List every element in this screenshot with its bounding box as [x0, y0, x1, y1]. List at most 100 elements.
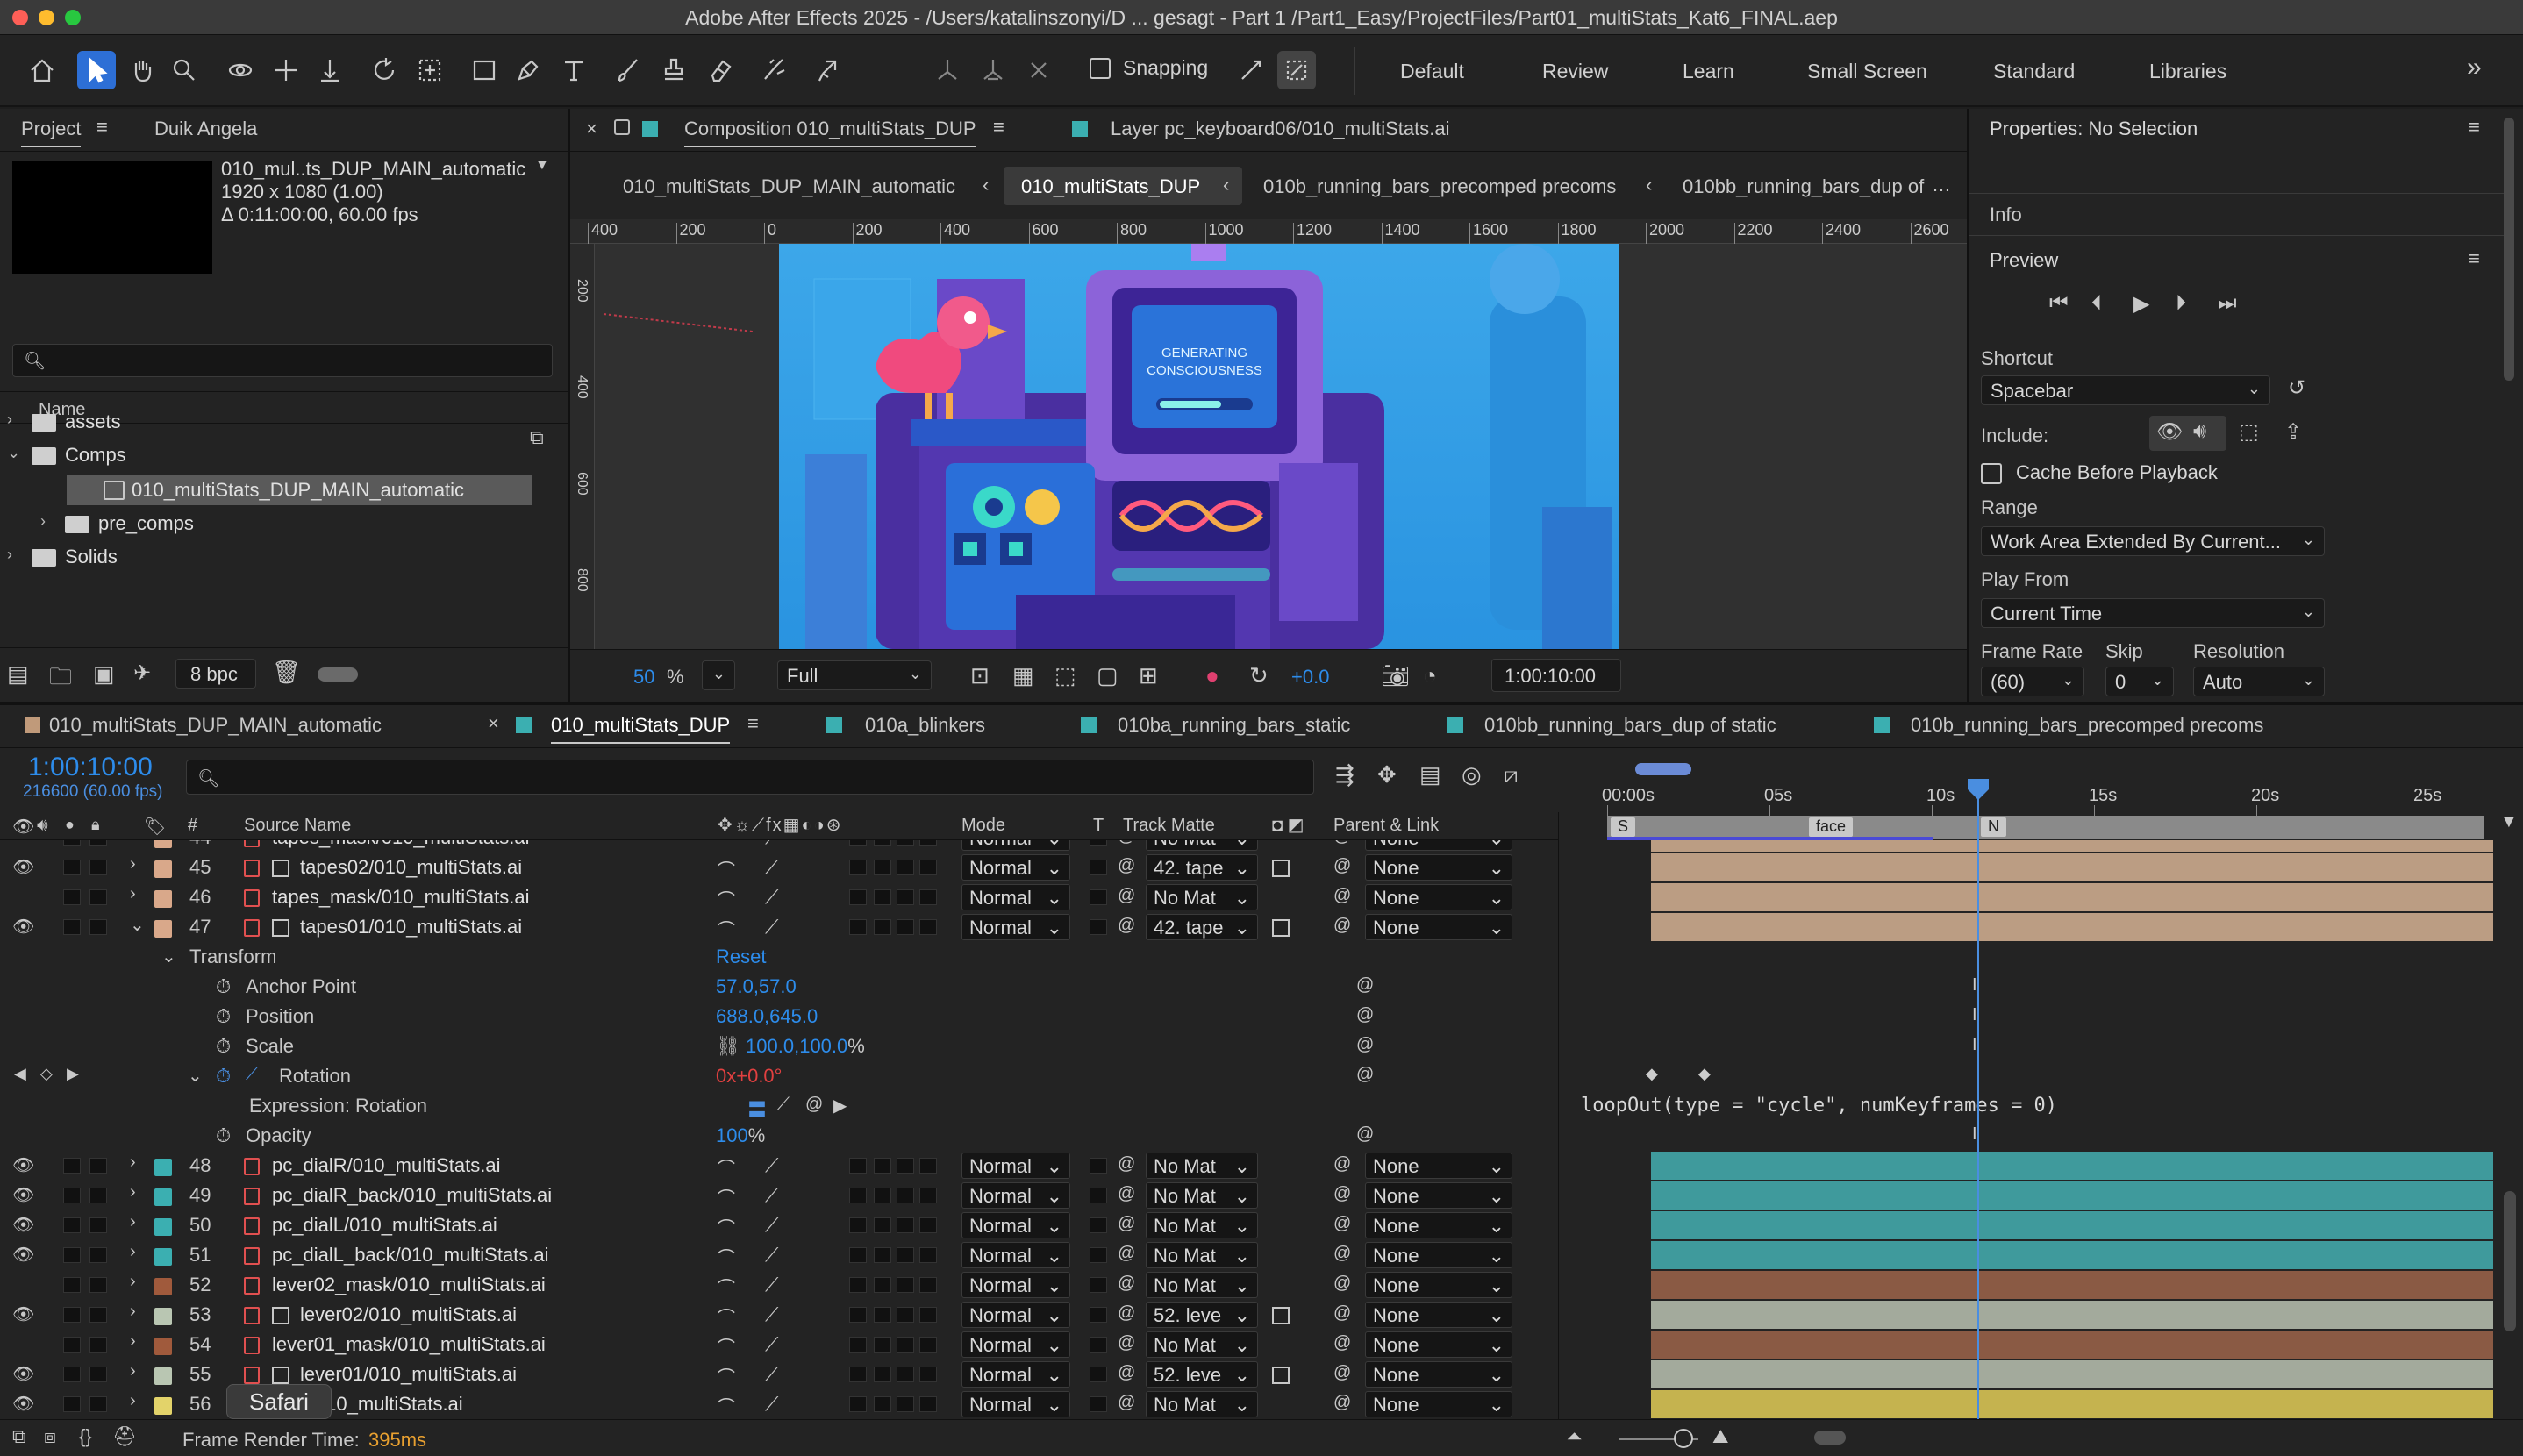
timeline-tab[interactable]: 010ba_running_bars_static: [1118, 714, 1350, 742]
blend-mode-dropdown[interactable]: Normal⌄: [961, 1182, 1070, 1209]
stopwatch-icon[interactable]: ⏱: [216, 975, 231, 998]
expand-layer-icon[interactable]: ›: [130, 1331, 136, 1352]
expand-layer-icon[interactable]: ›: [130, 1272, 136, 1292]
expression-row[interactable]: Expression: Rotation 〓 ⟋ @ ▶: [0, 1091, 1558, 1121]
switch-box[interactable]: [874, 1158, 891, 1174]
property-pickwhip-icon[interactable]: @: [1356, 1005, 1374, 1025]
table-row[interactable]: › 52 lever02_mask/010_multiStats.ai ⌒ ⟋ Norma…: [0, 1270, 1558, 1300]
blend-mode-dropdown[interactable]: Normal⌄: [961, 1331, 1070, 1358]
layer-label-color[interactable]: [154, 1397, 172, 1415]
visibility-eye-icon[interactable]: 👁︎: [12, 856, 34, 878]
switch-box[interactable]: [919, 1367, 937, 1382]
switch-box[interactable]: [89, 1367, 107, 1382]
switch-box[interactable]: [897, 1337, 914, 1353]
exposure-value[interactable]: +0.0: [1291, 666, 1329, 689]
track-matte-dropdown[interactable]: No Mat⌄: [1146, 840, 1258, 851]
expand-layer-icon[interactable]: ⌄: [130, 914, 145, 936]
parent-dropdown[interactable]: None⌄: [1365, 884, 1512, 910]
quality-switch-icon[interactable]: ⟋: [765, 840, 778, 849]
quality-switch-icon[interactable]: ⟋: [765, 1303, 778, 1326]
play-from-dropdown[interactable]: Current Time ⌄: [1981, 598, 2325, 628]
switch-box[interactable]: [874, 889, 891, 905]
switch-box[interactable]: [919, 919, 937, 935]
switch-box[interactable]: [874, 1277, 891, 1293]
layer-name[interactable]: pc_dialL/010_multiStats.ai: [272, 1214, 497, 1237]
switch-box[interactable]: [874, 1307, 891, 1323]
parent-pickwhip-icon[interactable]: @: [1333, 1363, 1351, 1383]
shy-switch-icon[interactable]: ⌒: [718, 1274, 735, 1299]
table-row[interactable]: 👁︎ ⌄ 47 tapes01/010_multiStats.ai ⌒ ⟋ Normal ⌄ @…: [0, 912, 1558, 942]
switch-box[interactable]: [63, 1277, 81, 1293]
parent-link-column-header[interactable]: Parent & Link: [1333, 816, 1439, 836]
close-timeline-tab-icon[interactable]: ×: [488, 712, 499, 735]
matte-alpha-icon[interactable]: [1272, 860, 1290, 877]
shy-switch-icon[interactable]: ⌒: [718, 1393, 735, 1418]
matte-pickwhip-icon[interactable]: @: [1118, 1184, 1135, 1204]
shy-switch-icon[interactable]: ⌒: [718, 1244, 735, 1269]
expand-layer-icon[interactable]: ›: [130, 1212, 136, 1232]
reset-shortcut-icon[interactable]: ↺: [2288, 375, 2305, 401]
disclosure-triangle-icon[interactable]: ›: [7, 410, 12, 429]
track-matte-dropdown[interactable]: 42. tape ⌄: [1146, 914, 1258, 940]
expand-transform-icon[interactable]: ⌄: [161, 946, 176, 967]
switch-box[interactable]: [874, 919, 891, 935]
switch-box[interactable]: [63, 840, 81, 846]
keyframe-diamond[interactable]: ◆: [1698, 1065, 1711, 1083]
blend-mode-dropdown[interactable]: Normal⌄: [961, 884, 1070, 910]
preview-resolution-dropdown[interactable]: Auto ⌄: [2193, 667, 2325, 696]
eraser-tool-icon[interactable]: [700, 51, 739, 89]
switch-box[interactable]: [849, 860, 867, 875]
switch-box[interactable]: [89, 860, 107, 875]
blend-mode-dropdown[interactable]: Normal⌄: [961, 840, 1070, 851]
switch-box[interactable]: [919, 840, 937, 846]
disclosure-triangle-icon[interactable]: ›: [7, 546, 12, 564]
clone-stamp-tool-icon[interactable]: [654, 51, 693, 89]
region-of-interest-icon[interactable]: ▢: [1097, 662, 1119, 689]
switch-box[interactable]: [849, 1307, 867, 1323]
parent-pickwhip-icon[interactable]: @: [1333, 1244, 1351, 1264]
timeline-tab[interactable]: 010bb_running_bars_dup of static: [1484, 714, 1776, 742]
switch-box[interactable]: [919, 1247, 937, 1263]
matte-alpha-icon[interactable]: [1272, 1367, 1290, 1384]
av-column-eye-icon[interactable]: 👁︎: [12, 816, 34, 838]
workspace-libraries[interactable]: Libraries: [2149, 60, 2226, 83]
zoom-dropdown[interactable]: ⌄: [702, 660, 735, 690]
layer-name[interactable]: tapes01/010_multiStats.ai: [300, 916, 522, 939]
info-panel-title[interactable]: Info: [1990, 203, 2022, 226]
local-axis-icon[interactable]: [928, 51, 967, 89]
timeline-zoom-handle-icon[interactable]: ▼: [2500, 812, 2518, 835]
preserve-transparency-box[interactable]: [1090, 840, 1107, 846]
preserve-transparency-box[interactable]: [1090, 1277, 1107, 1293]
interpret-footage-icon[interactable]: ▤: [7, 660, 29, 688]
timeline-tab[interactable]: 010_multiStats_DUP_MAIN_automatic: [49, 714, 382, 742]
track-matte-dropdown[interactable]: No Mat⌄: [1146, 1153, 1258, 1179]
track-matte-dropdown[interactable]: 42. tape ⌄: [1146, 854, 1258, 881]
include-audio-icon[interactable]: 🔊︎: [2193, 419, 2206, 444]
expand-rotation-icon[interactable]: ⌄: [188, 1065, 203, 1087]
snap-feature-icon[interactable]: [1277, 51, 1316, 89]
project-item[interactable]: › Solids: [0, 540, 568, 574]
expression-code[interactable]: loopOut(type = "cycle", numKeyframes = 0…: [1581, 1095, 2057, 1117]
parent-pickwhip-icon[interactable]: @: [1333, 856, 1351, 876]
stopwatch-active-icon[interactable]: ⏱: [216, 1065, 231, 1088]
layer-name[interactable]: pc_dialL_back/010_multiStats.ai: [272, 1244, 549, 1267]
track-matte-dropdown[interactable]: No Mat⌄: [1146, 884, 1258, 910]
parent-pickwhip-icon[interactable]: @: [1333, 916, 1351, 936]
expand-layer-icon[interactable]: ›: [130, 840, 136, 845]
layer-label-color[interactable]: [154, 1218, 172, 1236]
switch-box[interactable]: [89, 1158, 107, 1174]
layer-label-color[interactable]: [154, 860, 172, 878]
quality-switch-icon[interactable]: ⟋: [765, 916, 778, 939]
puppet-tool-icon[interactable]: [809, 51, 847, 89]
track-matte-dropdown[interactable]: No Mat⌄: [1146, 1391, 1258, 1417]
switch-box[interactable]: [63, 1367, 81, 1382]
in-out-toggle-icon[interactable]: {}: [79, 1425, 92, 1448]
switch-box[interactable]: [874, 1396, 891, 1412]
layer-duration-bar[interactable]: [1651, 1181, 2493, 1210]
switch-box[interactable]: [874, 860, 891, 875]
previous-frame-icon[interactable]: ⏴︎: [2091, 291, 2102, 316]
switch-box[interactable]: [897, 889, 914, 905]
switch-box[interactable]: [919, 1158, 937, 1174]
matte-pickwhip-icon[interactable]: @: [1118, 1303, 1135, 1324]
matte-switches-icon[interactable]: ◘ ◩: [1272, 814, 1304, 836]
